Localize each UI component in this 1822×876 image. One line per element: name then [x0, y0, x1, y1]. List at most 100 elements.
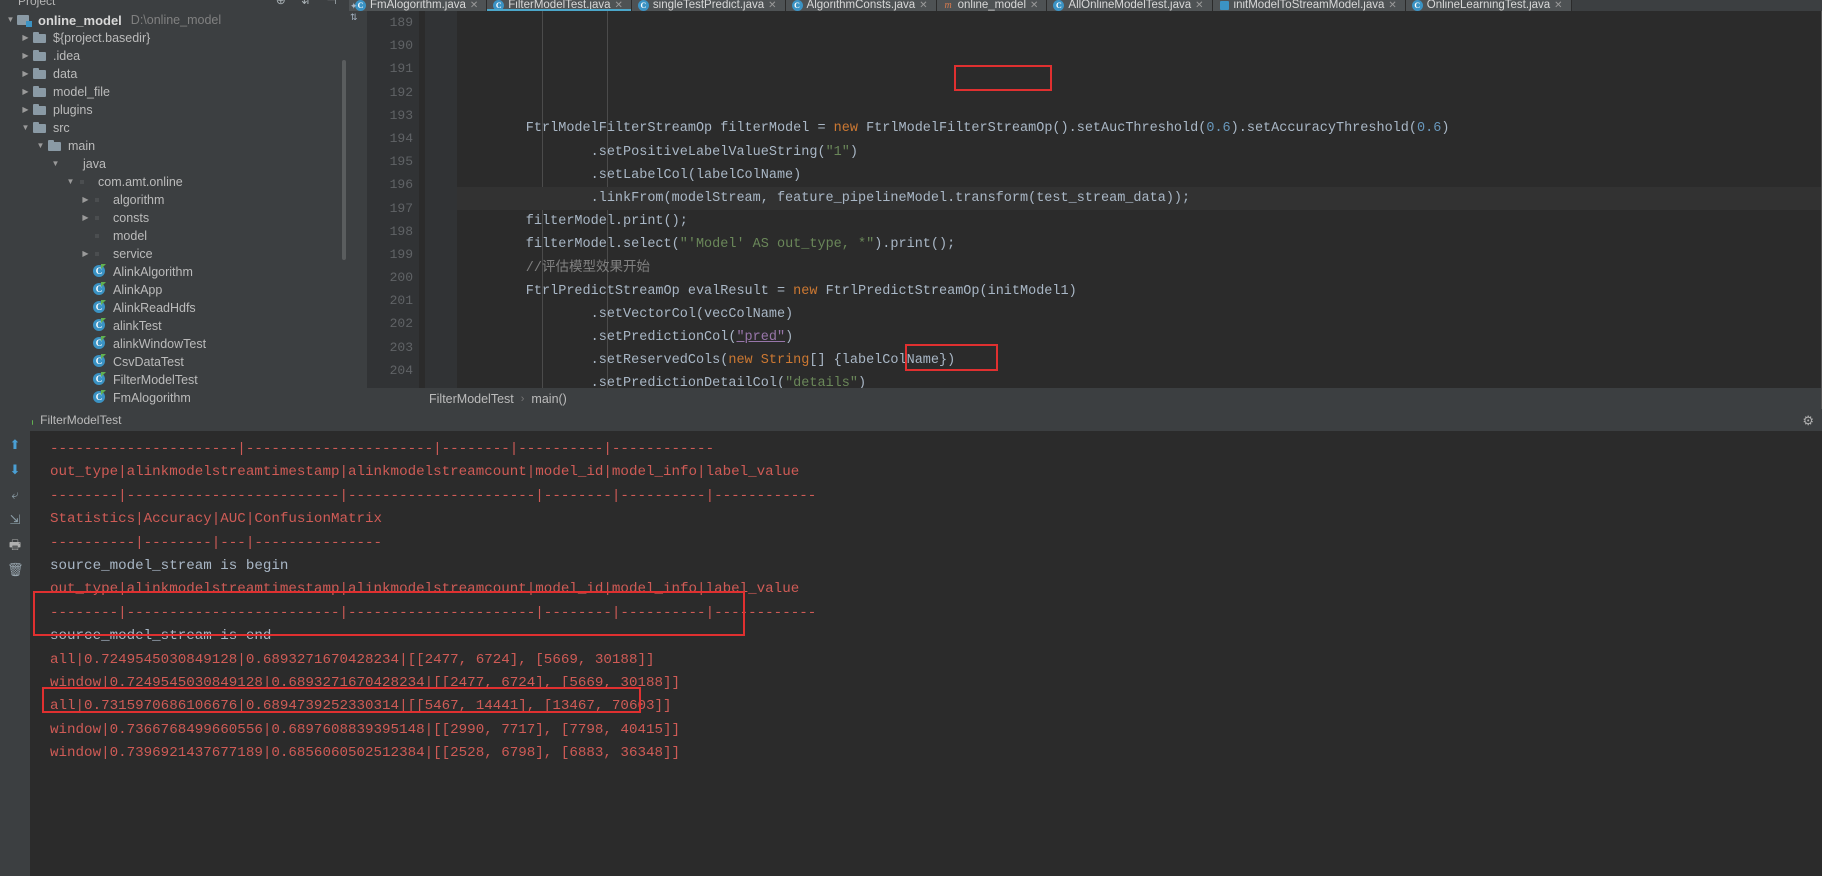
line-number: 204 — [389, 362, 413, 378]
code-line[interactable] — [457, 94, 1822, 117]
code-line[interactable]: .setPredictionCol("pred") — [457, 326, 1822, 349]
gear-icon[interactable]: ⚙ — [1802, 413, 1814, 429]
tree-item-algorithm[interactable]: ▶ algorithm — [0, 191, 349, 209]
chevron-right-icon[interactable]: ▶ — [79, 214, 92, 222]
tree-item-main[interactable]: ▼ main — [0, 137, 349, 155]
project-scrollbar[interactable] — [342, 60, 346, 260]
top-area: Project ⊕ ⇵ ⊣ ▼ online_model D:\online_m… — [0, 0, 1822, 409]
tree-item-label: FmAlogorithm — [113, 391, 191, 405]
close-icon[interactable]: ✕ — [1195, 0, 1203, 11]
tree-item-alinkapp[interactable]: ▶ AlinkApp — [0, 281, 349, 299]
code-folding-gutter[interactable] — [425, 11, 457, 409]
close-icon[interactable]: ✕ — [470, 0, 478, 11]
code-line[interactable]: FtrlPredictStreamOp evalResult = new Ftr… — [457, 280, 1822, 303]
tree-indent-spacer: ▶ — [79, 304, 92, 312]
editor-tab-online_model[interactable]: online_model✕ — [936, 0, 1048, 11]
tree-item-csvdatatest[interactable]: ▶ CsvDataTest — [0, 353, 349, 371]
console-body: ⬆ ⬇ ⤶ ⇲ 🖶 🗑 ----------------------|-----… — [0, 431, 1822, 876]
editor-tab-algorithmconsts[interactable]: AlgorithmConsts.java✕ — [785, 0, 937, 11]
tree-item-alinkwindowtest[interactable]: ▶ alinkWindowTest — [0, 335, 349, 353]
pin-icon[interactable]: ✦ ⇅ — [350, 1, 367, 23]
tree-item-label: AlinkReadHdfs — [113, 301, 196, 315]
close-icon[interactable]: ✕ — [615, 0, 623, 11]
chevron-down-icon[interactable]: ▼ — [19, 124, 32, 132]
chevron-right-icon[interactable]: ▶ — [19, 70, 32, 78]
tree-item-alinkalgorithm[interactable]: ▶ AlinkAlgorithm — [0, 263, 349, 281]
print-icon[interactable]: 🖶 — [7, 537, 23, 553]
tree-item-com-amt-online[interactable]: ▼ com.amt.online — [0, 173, 349, 191]
editor-tab-fmalogorithm[interactable]: FmAlogorithm.java ✕ — [349, 0, 488, 11]
tree-root-online-model[interactable]: ▼ online_model D:\online_model — [0, 11, 349, 29]
chevron-right-icon[interactable]: ▶ — [19, 88, 32, 96]
scroll-to-end-icon[interactable]: ⇲ — [7, 512, 23, 528]
tree-item-data[interactable]: ▶ data — [0, 65, 349, 83]
tree-item-alinkreadhdfs[interactable]: ▶ AlinkReadHdfs — [0, 299, 349, 317]
arrow-down-icon[interactable]: ⬇ — [7, 462, 23, 478]
code-line[interactable]: .linkFrom(modelStream, feature_pipelineM… — [457, 186, 1822, 211]
editor-tab-label: OnlineLearningTest.java — [1426, 0, 1551, 11]
run-config-name[interactable]: FilterModelTest — [40, 413, 121, 427]
close-icon[interactable]: ✕ — [919, 0, 927, 11]
tree-item-service[interactable]: ▶ service — [0, 245, 349, 263]
tree-item-fmalogorithm[interactable]: ▶ FmAlogorithm — [0, 389, 349, 407]
xml-file-icon — [1219, 0, 1230, 11]
code-editor[interactable]: 189 190 191 192 193 194 195 196 197 198 199 200 201 2… — [367, 11, 1822, 409]
editor-tabbar[interactable]: FmAlogorithm.java✕FilterModelTest.java✕s… — [349, 0, 1822, 11]
code-line[interactable]: .setLabelCol(labelColName) — [457, 164, 1822, 187]
close-icon[interactable]: ✕ — [1554, 0, 1562, 11]
arrow-up-icon[interactable]: ⬆ — [7, 437, 23, 453]
project-tree[interactable]: ▼ online_model D:\online_model ▶ ${projec… — [0, 9, 349, 407]
tree-item-project-basedir[interactable]: ▶ ${project.basedir} — [0, 29, 349, 47]
tree-item-label: data — [53, 67, 78, 81]
tree-item-java[interactable]: ▼ java — [0, 155, 349, 173]
breadcrumb[interactable]: FilterModelTest › main() — [367, 388, 1822, 409]
tree-item-model-file[interactable]: ▶ model_file — [0, 83, 349, 101]
editor-tab-initmodeltostreammodel[interactable]: initModelToStreamModel.java ✕ — [1212, 0, 1406, 11]
code-line[interactable]: .setReservedCols(new String[] {labelColN… — [457, 349, 1822, 372]
chevron-right-icon[interactable]: ▶ — [19, 52, 32, 60]
close-icon[interactable]: ✕ — [1030, 0, 1038, 11]
tree-item-filtermodeltest[interactable]: ▶ FilterModelTest — [0, 371, 349, 389]
tree-item-idea[interactable]: ▶ .idea — [0, 47, 349, 65]
code-line[interactable]: filterModel.print(); — [457, 210, 1822, 233]
tree-item-label: AlinkAlgorithm — [113, 265, 193, 279]
close-icon[interactable]: ✕ — [768, 0, 776, 11]
editor-tab-singletestpredict[interactable]: singleTestPredict.java✕ — [631, 0, 786, 11]
chevron-down-icon[interactable]: ▼ — [49, 160, 62, 168]
breadcrumb-class[interactable]: FilterModelTest — [429, 392, 514, 406]
line-number: 202 — [389, 316, 413, 332]
tree-item-consts[interactable]: ▶ consts — [0, 209, 349, 227]
breadcrumb-method[interactable]: main() — [531, 392, 566, 406]
console-toolbar[interactable]: ⬆ ⬇ ⤶ ⇲ 🖶 🗑 — [0, 431, 30, 876]
chevron-down-icon[interactable]: ▼ — [64, 178, 77, 186]
chevron-right-icon[interactable]: ▶ — [79, 196, 92, 204]
breadcrumb-separator: › — [520, 392, 525, 405]
editor-tab-onlinelearningtest[interactable]: OnlineLearningTest.java✕ — [1405, 0, 1572, 11]
soft-wrap-icon[interactable]: ⤶ — [7, 487, 23, 503]
code-lines[interactable]: FtrlModelFilterStreamOp filterModel = ne… — [457, 11, 1822, 409]
code-line[interactable]: filterModel.select("'Model' AS out_type,… — [457, 233, 1822, 256]
editor-tab-filtermodeltest[interactable]: FilterModelTest.java ✕ — [487, 0, 632, 11]
code-line[interactable]: FtrlModelFilterStreamOp filterModel = ne… — [457, 117, 1822, 140]
chevron-right-icon[interactable]: ▶ — [19, 34, 32, 42]
close-icon[interactable]: ✕ — [1388, 0, 1396, 11]
tree-item-model[interactable]: ▶ model — [0, 227, 349, 245]
chevron-right-icon[interactable]: ▶ — [19, 106, 32, 114]
tree-item-plugins[interactable]: ▶ plugins — [0, 101, 349, 119]
chevron-down-icon[interactable]: ▼ — [4, 16, 17, 24]
chevron-down-icon[interactable]: ▼ — [34, 142, 47, 150]
trash-icon[interactable]: 🗑 — [7, 562, 24, 578]
project-tool-window[interactable]: Project ⊕ ⇵ ⊣ ▼ online_model D:\online_m… — [0, 0, 349, 409]
code-line[interactable]: //评估模型效果开始 — [457, 257, 1822, 280]
code-line[interactable] — [457, 71, 1822, 94]
project-panel-header-icons[interactable]: ⊕ ⇵ ⊣ — [276, 0, 343, 7]
tree-item-label: .idea — [53, 49, 81, 63]
chevron-right-icon[interactable]: ▶ — [79, 250, 92, 258]
editor-tab-allonlinemodeltest[interactable]: AllOnlineModelTest.java✕ — [1047, 0, 1213, 11]
code-line[interactable]: .setPositiveLabelValueString("1") — [457, 141, 1822, 164]
run-panel-header[interactable]: n FilterModelTest ⚙ — [0, 409, 1822, 431]
tree-item-src[interactable]: ▼ src — [0, 119, 349, 137]
code-line[interactable]: .setVectorCol(vecColName) — [457, 303, 1822, 326]
tree-item-alinktest[interactable]: ▶ alinkTest — [0, 317, 349, 335]
console-output[interactable]: ----------------------|-----------------… — [30, 431, 1822, 876]
